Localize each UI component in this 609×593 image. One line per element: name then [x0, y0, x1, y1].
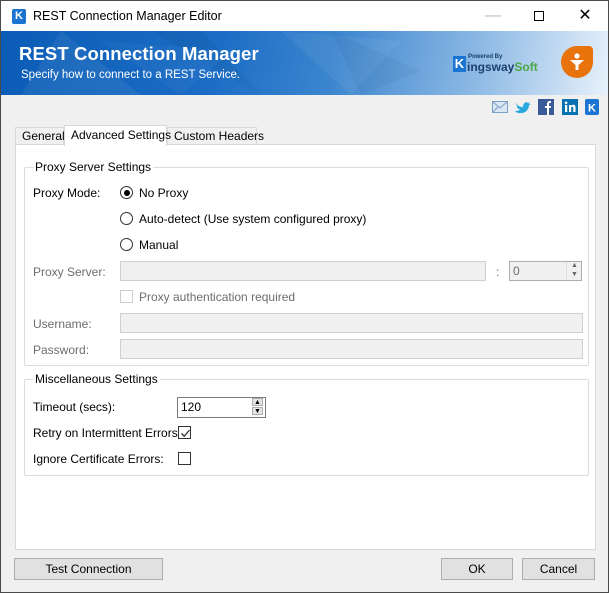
no-proxy-label[interactable]: No Proxy: [139, 186, 188, 200]
ignore-cert-checkbox[interactable]: [178, 452, 191, 465]
username-label: Username:: [33, 317, 92, 331]
minimize-button[interactable]: —: [470, 1, 516, 31]
maximize-button[interactable]: [516, 1, 562, 31]
tab-advanced-settings[interactable]: Advanced Settings: [64, 125, 171, 146]
title-bar: K REST Connection Manager Editor — ✕: [1, 1, 608, 31]
port-separator: :: [496, 265, 500, 279]
close-icon: ✕: [578, 7, 592, 24]
close-button[interactable]: ✕: [562, 1, 608, 31]
ignore-cert-label: Ignore Certificate Errors:: [33, 452, 164, 466]
header-banner: REST Connection Manager Specify how to c…: [1, 31, 608, 95]
username-input[interactable]: [120, 313, 583, 333]
spin-up-icon[interactable]: ▲: [569, 262, 580, 270]
auto-detect-label[interactable]: Auto-detect (Use system configured proxy…: [139, 212, 366, 226]
password-label: Password:: [33, 343, 90, 357]
proxy-auth-checkbox[interactable]: [120, 290, 133, 303]
spin-down-icon[interactable]: ▼: [569, 271, 580, 279]
misc-group-title: Miscellaneous Settings: [33, 372, 160, 386]
proxy-server-input[interactable]: [120, 261, 486, 281]
proxy-auth-label: Proxy authentication required: [139, 290, 296, 304]
retry-label: Retry on Intermittent Errors:: [33, 426, 182, 440]
banner-title: REST Connection Manager: [19, 43, 259, 64]
logo-name-part2: Soft: [514, 60, 538, 74]
timeout-label: Timeout (secs):: [33, 400, 116, 414]
timeout-input[interactable]: 120 ▲ ▼: [177, 397, 266, 418]
auto-detect-radio[interactable]: [120, 212, 133, 225]
kingswaysoft-app-icon: K: [12, 9, 26, 24]
linkedin-icon[interactable]: [562, 99, 578, 115]
svg-text:K: K: [588, 103, 596, 115]
proxy-mode-label: Proxy Mode:: [33, 186, 101, 200]
logo-name: ingswaySoft: [467, 60, 538, 74]
advanced-settings-panel: Proxy Server Settings Proxy Mode: No Pro…: [15, 144, 596, 550]
manual-radio[interactable]: [120, 238, 133, 251]
retry-checkbox[interactable]: [178, 426, 191, 439]
proxy-group-title: Proxy Server Settings: [33, 160, 154, 174]
spin-down-icon[interactable]: ▼: [252, 407, 263, 415]
timeout-spinner[interactable]: ▲ ▼: [250, 398, 265, 416]
cancel-button[interactable]: Cancel: [522, 558, 595, 580]
dialog-window: K REST Connection Manager Editor — ✕ RES…: [0, 0, 609, 593]
spin-up-icon[interactable]: ▲: [252, 398, 263, 406]
proxy-port-value: 0: [513, 264, 520, 278]
maximize-icon: [534, 10, 544, 21]
no-proxy-radio[interactable]: [120, 186, 133, 199]
banner-subtitle: Specify how to connect to a REST Service…: [21, 69, 241, 81]
checkmark-icon: [181, 429, 190, 438]
twitter-icon[interactable]: [515, 99, 531, 115]
facebook-icon[interactable]: [538, 99, 554, 115]
proxy-server-label: Proxy Server:: [33, 265, 106, 279]
timeout-value: 120: [181, 400, 202, 414]
test-connection-button[interactable]: Test Connection: [14, 558, 163, 580]
proxy-port-spinner[interactable]: ▲ ▼: [566, 262, 581, 280]
logo-k: K: [453, 56, 466, 72]
kingswaysoft-logo: K Powered By ingswaySoft: [453, 52, 543, 74]
miscellaneous-settings-group: Miscellaneous Settings Timeout (secs): 1…: [24, 372, 589, 476]
manual-label[interactable]: Manual: [139, 238, 178, 252]
password-input[interactable]: [120, 339, 583, 359]
logo-name-part1: ingsway: [467, 60, 515, 74]
social-links-bar: K: [1, 95, 608, 119]
proxy-server-settings-group: Proxy Server Settings Proxy Mode: No Pro…: [24, 160, 589, 366]
kingswaysoft-icon[interactable]: K: [585, 99, 601, 115]
window-title: REST Connection Manager Editor: [33, 9, 222, 23]
ok-button[interactable]: OK: [441, 558, 513, 580]
help-badge-icon[interactable]: [561, 46, 593, 78]
email-icon[interactable]: [492, 99, 508, 115]
proxy-port-input[interactable]: 0 ▲ ▼: [509, 261, 582, 281]
